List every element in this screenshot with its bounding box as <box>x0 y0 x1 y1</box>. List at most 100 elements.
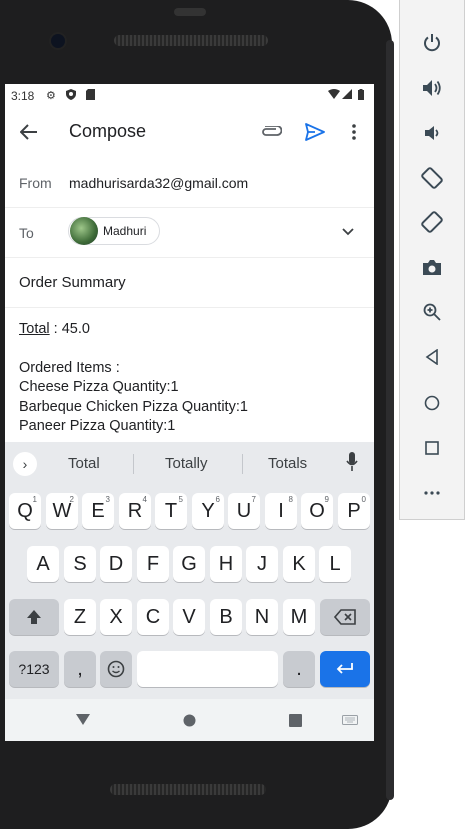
back-icon[interactable] <box>400 342 464 372</box>
from-row: From madhurisarda32@gmail.com <box>5 158 374 208</box>
nav-back-icon[interactable] <box>75 712 91 726</box>
status-bar: 3:18 ⚙ <box>5 84 374 108</box>
key-c[interactable]: C <box>137 599 169 635</box>
attach-icon[interactable] <box>259 120 283 144</box>
more-vert-icon[interactable] <box>342 120 366 144</box>
key-r[interactable]: R4 <box>119 493 151 529</box>
sd-card-icon <box>86 89 95 103</box>
camera-icon[interactable] <box>400 252 464 282</box>
chevron-right-icon[interactable]: › <box>13 452 37 476</box>
suggestion-strip: › Total Totally Totals <box>5 442 374 486</box>
key-hint: 5 <box>178 495 183 504</box>
key-label: U <box>236 499 252 522</box>
key-a[interactable]: A <box>27 546 59 582</box>
key-hint: 1 <box>32 495 37 504</box>
speaker-grille <box>110 784 266 795</box>
period-key[interactable]: . <box>283 651 315 687</box>
avatar <box>70 217 98 245</box>
key-x[interactable]: X <box>100 599 132 635</box>
phone-frame: 3:18 ⚙ Compose From madhurisarda32@gmail… <box>0 0 394 829</box>
backspace-icon <box>334 609 356 625</box>
from-address[interactable]: madhurisarda32@gmail.com <box>69 175 248 191</box>
total-value: : 45.0 <box>49 321 90 337</box>
shift-key[interactable] <box>9 599 59 635</box>
nav-home-icon[interactable] <box>181 712 197 728</box>
power-icon[interactable] <box>400 28 464 58</box>
to-row[interactable]: To Madhuri <box>5 208 374 258</box>
key-l[interactable]: L <box>319 546 351 582</box>
symbols-key[interactable]: ?123 <box>9 651 59 687</box>
key-k[interactable]: K <box>283 546 315 582</box>
app-bar: Compose <box>5 108 374 156</box>
key-hint: 7 <box>251 495 256 504</box>
soft-keyboard: › Total Totally Totals Q1 W2 E3 R4 T5 Y6… <box>5 442 374 699</box>
key-b[interactable]: B <box>210 599 242 635</box>
ordered-items-heading: Ordered Items : <box>19 359 120 376</box>
key-e[interactable]: E3 <box>82 493 114 529</box>
suggestion-item[interactable]: Total <box>68 455 100 472</box>
message-body[interactable]: Total : 45.0 Ordered Items : Cheese Pizz… <box>19 320 359 437</box>
key-m[interactable]: M <box>283 599 315 635</box>
system-nav-bar <box>5 699 374 741</box>
key-o[interactable]: O9 <box>301 493 333 529</box>
key-t[interactable]: T5 <box>155 493 187 529</box>
key-d[interactable]: D <box>100 546 132 582</box>
nav-recents-icon[interactable] <box>287 712 303 728</box>
total-line: Total : 45.0 <box>19 320 359 340</box>
back-arrow-icon[interactable] <box>17 120 41 144</box>
subject-row[interactable]: Order Summary <box>5 258 374 308</box>
rotate-right-icon[interactable] <box>400 207 464 237</box>
key-hint: 0 <box>361 495 366 504</box>
microphone-icon[interactable] <box>346 452 358 477</box>
key-p[interactable]: P0 <box>338 493 370 529</box>
emoji-key[interactable] <box>100 651 132 687</box>
key-y[interactable]: Y6 <box>192 493 224 529</box>
divider <box>133 454 134 474</box>
key-j[interactable]: J <box>246 546 278 582</box>
key-hint: 4 <box>142 495 147 504</box>
zoom-icon[interactable] <box>400 297 464 327</box>
key-f[interactable]: F <box>137 546 169 582</box>
ordered-item: Barbeque Chicken Pizza Quantity:1 <box>19 398 248 415</box>
signal-icon <box>342 89 352 102</box>
emoji-icon <box>107 660 125 678</box>
home-icon[interactable] <box>400 388 464 418</box>
volume-up-icon[interactable] <box>400 73 464 103</box>
key-label: E <box>91 499 105 522</box>
send-icon[interactable] <box>303 120 327 144</box>
key-g[interactable]: G <box>173 546 205 582</box>
overview-icon[interactable] <box>400 433 464 463</box>
recipient-chip[interactable]: Madhuri <box>68 217 160 245</box>
space-key[interactable] <box>137 651 278 687</box>
volume-down-icon[interactable] <box>400 118 464 148</box>
key-n[interactable]: N <box>246 599 278 635</box>
key-w[interactable]: W2 <box>46 493 78 529</box>
enter-key[interactable] <box>320 651 370 687</box>
comma-key[interactable]: , <box>64 651 96 687</box>
chevron-down-icon[interactable] <box>338 222 358 242</box>
key-v[interactable]: V <box>173 599 205 635</box>
key-s[interactable]: S <box>64 546 96 582</box>
divider <box>242 454 243 474</box>
shift-icon <box>27 610 41 624</box>
subject-field[interactable]: Order Summary <box>19 274 126 291</box>
settings-icon: ⚙ <box>46 90 56 102</box>
key-q[interactable]: Q1 <box>9 493 41 529</box>
key-label: O <box>309 499 325 522</box>
to-label: To <box>19 225 34 241</box>
key-i[interactable]: I8 <box>265 493 297 529</box>
suggestion-item[interactable]: Totals <box>268 455 307 472</box>
key-u[interactable]: U7 <box>228 493 260 529</box>
key-hint: 6 <box>215 495 220 504</box>
backspace-key[interactable] <box>320 599 370 635</box>
suggestion-item[interactable]: Totally <box>165 455 208 472</box>
key-z[interactable]: Z <box>64 599 96 635</box>
emulator-toolbar <box>399 0 465 520</box>
keyboard-switch-icon[interactable] <box>340 712 360 728</box>
key-h[interactable]: H <box>210 546 242 582</box>
more-icon[interactable] <box>400 478 464 508</box>
phone-screen: 3:18 ⚙ Compose From madhurisarda32@gmail… <box>5 84 374 741</box>
shield-icon <box>66 89 76 103</box>
rotate-left-icon[interactable] <box>400 163 464 193</box>
key-hint: 3 <box>105 495 110 504</box>
